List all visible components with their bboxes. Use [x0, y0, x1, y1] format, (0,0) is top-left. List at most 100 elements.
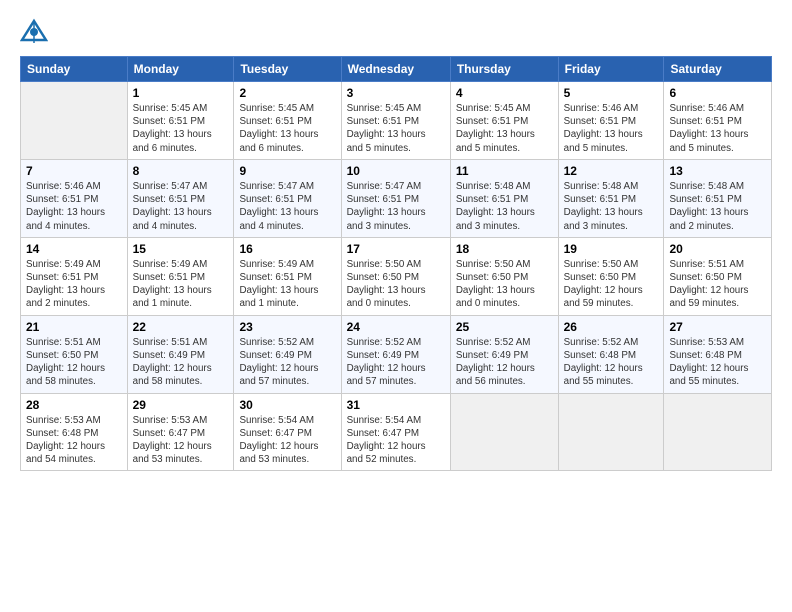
weekday-header-saturday: Saturday	[664, 57, 772, 82]
weekday-header-thursday: Thursday	[450, 57, 558, 82]
day-number: 31	[347, 398, 445, 412]
day-info: Sunrise: 5:51 AM Sunset: 6:49 PM Dayligh…	[133, 336, 229, 389]
day-number: 17	[347, 242, 445, 256]
day-number: 28	[26, 398, 122, 412]
day-number: 2	[239, 86, 335, 100]
day-number: 9	[239, 164, 335, 178]
calendar-table: SundayMondayTuesdayWednesdayThursdayFrid…	[20, 56, 772, 471]
day-info: Sunrise: 5:54 AM Sunset: 6:47 PM Dayligh…	[347, 414, 445, 467]
calendar-cell: 7 Sunrise: 5:46 AM Sunset: 6:51 PM Daylig…	[21, 159, 128, 237]
calendar-cell	[558, 393, 664, 471]
calendar-cell: 6 Sunrise: 5:46 AM Sunset: 6:51 PM Daylig…	[664, 82, 772, 160]
day-info: Sunrise: 5:51 AM Sunset: 6:50 PM Dayligh…	[669, 258, 766, 311]
day-number: 19	[564, 242, 659, 256]
day-number: 14	[26, 242, 122, 256]
day-info: Sunrise: 5:48 AM Sunset: 6:51 PM Dayligh…	[669, 180, 766, 233]
day-number: 4	[456, 86, 553, 100]
calendar-cell: 3 Sunrise: 5:45 AM Sunset: 6:51 PM Daylig…	[341, 82, 450, 160]
day-info: Sunrise: 5:46 AM Sunset: 6:51 PM Dayligh…	[26, 180, 122, 233]
day-number: 5	[564, 86, 659, 100]
day-info: Sunrise: 5:50 AM Sunset: 6:50 PM Dayligh…	[347, 258, 445, 311]
weekday-header-friday: Friday	[558, 57, 664, 82]
day-info: Sunrise: 5:54 AM Sunset: 6:47 PM Dayligh…	[239, 414, 335, 467]
calendar-week-5: 28Sunrise: 5:53 AM Sunset: 6:48 PM Dayli…	[21, 393, 772, 471]
calendar-cell	[21, 82, 128, 160]
day-info: Sunrise: 5:46 AM Sunset: 6:51 PM Dayligh…	[669, 102, 766, 155]
logo	[20, 18, 52, 46]
day-number: 29	[133, 398, 229, 412]
day-number: 15	[133, 242, 229, 256]
day-number: 26	[564, 320, 659, 334]
calendar-cell: 2Sunrise: 5:45 AM Sunset: 6:51 PM Daylig…	[234, 82, 341, 160]
day-info: Sunrise: 5:49 AM Sunset: 6:51 PM Dayligh…	[239, 258, 335, 311]
day-number: 16	[239, 242, 335, 256]
day-number: 7	[26, 164, 122, 178]
day-info: Sunrise: 5:45 AM Sunset: 6:51 PM Dayligh…	[456, 102, 553, 155]
weekday-header-wednesday: Wednesday	[341, 57, 450, 82]
calendar-week-2: 7 Sunrise: 5:46 AM Sunset: 6:51 PM Daylig…	[21, 159, 772, 237]
calendar-week-1: 1 Sunrise: 5:45 AM Sunset: 6:51 PM Daylig…	[21, 82, 772, 160]
calendar-cell: 17 Sunrise: 5:50 AM Sunset: 6:50 PM Dayli…	[341, 237, 450, 315]
day-info: Sunrise: 5:53 AM Sunset: 6:47 PM Dayligh…	[133, 414, 229, 467]
weekday-header-tuesday: Tuesday	[234, 57, 341, 82]
calendar-week-4: 21 Sunrise: 5:51 AM Sunset: 6:50 PM Dayli…	[21, 315, 772, 393]
calendar-cell: 1 Sunrise: 5:45 AM Sunset: 6:51 PM Daylig…	[127, 82, 234, 160]
calendar-cell: 24 Sunrise: 5:52 AM Sunset: 6:49 PM Dayli…	[341, 315, 450, 393]
day-number: 20	[669, 242, 766, 256]
day-info: Sunrise: 5:52 AM Sunset: 6:48 PM Dayligh…	[564, 336, 659, 389]
calendar-header-row: SundayMondayTuesdayWednesdayThursdayFrid…	[21, 57, 772, 82]
day-number: 8	[133, 164, 229, 178]
day-info: Sunrise: 5:49 AM Sunset: 6:51 PM Dayligh…	[133, 258, 229, 311]
calendar-cell: 4 Sunrise: 5:45 AM Sunset: 6:51 PM Daylig…	[450, 82, 558, 160]
day-info: Sunrise: 5:52 AM Sunset: 6:49 PM Dayligh…	[239, 336, 335, 389]
calendar-header	[20, 18, 772, 46]
day-info: Sunrise: 5:47 AM Sunset: 6:51 PM Dayligh…	[239, 180, 335, 233]
calendar-cell	[664, 393, 772, 471]
calendar-cell: 25 Sunrise: 5:52 AM Sunset: 6:49 PM Dayli…	[450, 315, 558, 393]
calendar-cell: 29 Sunrise: 5:53 AM Sunset: 6:47 PM Dayli…	[127, 393, 234, 471]
calendar-cell: 8Sunrise: 5:47 AM Sunset: 6:51 PM Daylig…	[127, 159, 234, 237]
calendar-cell: 11Sunrise: 5:48 AM Sunset: 6:51 PM Dayli…	[450, 159, 558, 237]
day-number: 1	[133, 86, 229, 100]
calendar-cell: 28Sunrise: 5:53 AM Sunset: 6:48 PM Dayli…	[21, 393, 128, 471]
calendar-cell: 26 Sunrise: 5:52 AM Sunset: 6:48 PM Dayli…	[558, 315, 664, 393]
calendar-cell: 12Sunrise: 5:48 AM Sunset: 6:51 PM Dayli…	[558, 159, 664, 237]
calendar-cell: 21 Sunrise: 5:51 AM Sunset: 6:50 PM Dayli…	[21, 315, 128, 393]
day-number: 21	[26, 320, 122, 334]
day-info: Sunrise: 5:52 AM Sunset: 6:49 PM Dayligh…	[347, 336, 445, 389]
day-number: 3	[347, 86, 445, 100]
calendar-cell: 30 Sunrise: 5:54 AM Sunset: 6:47 PM Dayli…	[234, 393, 341, 471]
calendar-cell: 13Sunrise: 5:48 AM Sunset: 6:51 PM Dayli…	[664, 159, 772, 237]
day-info: Sunrise: 5:50 AM Sunset: 6:50 PM Dayligh…	[456, 258, 553, 311]
day-info: Sunrise: 5:45 AM Sunset: 6:51 PM Dayligh…	[347, 102, 445, 155]
calendar-cell: 19 Sunrise: 5:50 AM Sunset: 6:50 PM Dayli…	[558, 237, 664, 315]
calendar-cell: 14 Sunrise: 5:49 AM Sunset: 6:51 PM Dayli…	[21, 237, 128, 315]
calendar-cell: 31 Sunrise: 5:54 AM Sunset: 6:47 PM Dayli…	[341, 393, 450, 471]
day-number: 6	[669, 86, 766, 100]
day-info: Sunrise: 5:49 AM Sunset: 6:51 PM Dayligh…	[26, 258, 122, 311]
day-number: 10	[347, 164, 445, 178]
day-number: 22	[133, 320, 229, 334]
calendar-cell: 16 Sunrise: 5:49 AM Sunset: 6:51 PM Dayli…	[234, 237, 341, 315]
day-info: Sunrise: 5:51 AM Sunset: 6:50 PM Dayligh…	[26, 336, 122, 389]
calendar-cell: 15 Sunrise: 5:49 AM Sunset: 6:51 PM Dayli…	[127, 237, 234, 315]
day-number: 25	[456, 320, 553, 334]
day-number: 27	[669, 320, 766, 334]
calendar-week-3: 14 Sunrise: 5:49 AM Sunset: 6:51 PM Dayli…	[21, 237, 772, 315]
weekday-header-monday: Monday	[127, 57, 234, 82]
day-number: 23	[239, 320, 335, 334]
calendar-cell: 23 Sunrise: 5:52 AM Sunset: 6:49 PM Dayli…	[234, 315, 341, 393]
day-info: Sunrise: 5:50 AM Sunset: 6:50 PM Dayligh…	[564, 258, 659, 311]
calendar-cell	[450, 393, 558, 471]
day-number: 30	[239, 398, 335, 412]
day-info: Sunrise: 5:47 AM Sunset: 6:51 PM Dayligh…	[347, 180, 445, 233]
day-info: Sunrise: 5:45 AM Sunset: 6:51 PM Dayligh…	[133, 102, 229, 155]
day-info: Sunrise: 5:46 AM Sunset: 6:51 PM Dayligh…	[564, 102, 659, 155]
logo-icon	[20, 18, 48, 46]
calendar-cell: 22 Sunrise: 5:51 AM Sunset: 6:49 PM Dayli…	[127, 315, 234, 393]
day-info: Sunrise: 5:52 AM Sunset: 6:49 PM Dayligh…	[456, 336, 553, 389]
day-info: Sunrise: 5:48 AM Sunset: 6:51 PM Dayligh…	[564, 180, 659, 233]
calendar-cell: 18Sunrise: 5:50 AM Sunset: 6:50 PM Dayli…	[450, 237, 558, 315]
calendar-cell: 10 Sunrise: 5:47 AM Sunset: 6:51 PM Dayli…	[341, 159, 450, 237]
day-number: 24	[347, 320, 445, 334]
